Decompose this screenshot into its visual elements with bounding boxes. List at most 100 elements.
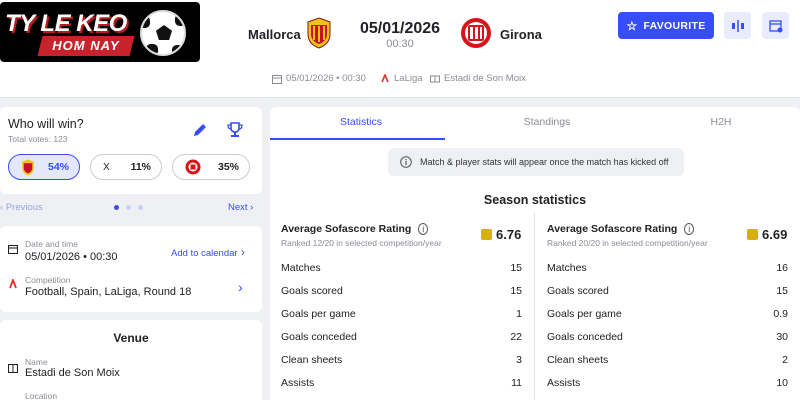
stat-label: Goals scored [281,285,343,297]
season-statistics-title: Season statistics [483,193,587,207]
stat-label: Goals conceded [547,331,623,343]
rating-swatch [481,229,492,240]
trophy-icon[interactable] [226,121,244,139]
pager-dot[interactable] [138,205,143,210]
info-icon [400,156,412,168]
chevron-right-icon: › [247,202,254,213]
meta-league-text: LaLiga [394,73,423,84]
venue-name-label: Name [25,357,48,367]
mallorca-small-crest-icon [22,159,34,175]
stat-label: Goals scored [547,285,609,297]
site-logo[interactable]: TY LE KEO HOM NAY [0,2,200,62]
who-will-win-card: Who will win? Total votes: 123 54% X 11%… [0,107,262,194]
laliga-icon [9,279,17,289]
who-will-win-title: Who will win? [8,117,84,131]
total-votes: Total votes: 123 [8,134,68,144]
competition-label: Competition [25,275,71,285]
tab-h2h[interactable]: H2H [660,116,782,128]
mallorca-crest-icon[interactable] [306,17,332,49]
vote-home-percent: 54% [47,161,69,173]
stat-value: 1 [516,308,522,320]
stat-label: Clean sheets [281,354,343,366]
vote-home-button[interactable]: 54% [8,154,80,180]
logo-line-2: HOM NAY [52,38,120,53]
meta-stadium[interactable]: Estadi de Son Moix [430,73,526,84]
calendar-icon [272,74,282,84]
stat-value: 2 [782,354,788,366]
pager-dot[interactable] [126,205,131,210]
meta-league[interactable]: LaLiga [380,73,423,84]
stat-value: 10 [776,377,788,389]
info-icon[interactable]: i [684,223,695,235]
stat-value: 0.9 [773,308,788,320]
meta-stadium-text: Estadi de Son Moix [444,73,526,84]
match-header: TY LE KEO HOM NAY Mallorca 05/01/2026 00… [0,0,800,98]
column-divider [534,212,535,400]
tab-statistics[interactable]: Statistics [300,116,422,128]
chevron-right-icon[interactable]: › [238,279,243,295]
vote-away-button[interactable]: 35% [172,154,250,180]
away-team-name[interactable]: Girona [500,27,542,42]
meta-datetime-text: 05/01/2026 • 00:30 [286,73,366,84]
stat-value: 3 [516,354,522,366]
next-button[interactable]: Next › [228,202,253,213]
girona-small-crest-icon [185,159,201,175]
venue-name-value: Estadi de Son Moix [25,367,120,379]
away-rating-number: 6.69 [762,227,788,242]
stat-label: Goals conceded [281,331,357,343]
home-rating-title-text: Average Sofascore Rating [281,223,412,235]
stats-notice: Match & player stats will appear once th… [388,148,684,176]
add-to-calendar-button[interactable] [762,12,789,39]
home-team-name[interactable]: Mallorca [248,27,301,42]
stadium-icon [8,364,18,373]
match-time: 00:30 [386,38,414,50]
stat-label: Matches [547,262,587,274]
stadium-icon [430,75,440,82]
favourite-button[interactable]: ☆ FAVOURITE [618,12,714,39]
compare-icon [731,19,744,32]
add-to-calendar-link[interactable]: Add to calendar › [171,245,245,259]
venue-card: Venue Name Estadi de Son Moix Location [0,320,262,400]
stat-label: Goals per game [547,308,622,320]
calendar-add-icon [768,19,782,32]
stat-value: 16 [776,262,788,274]
vote-draw-label: X [103,161,110,173]
soccer-ball-icon [140,10,186,56]
stat-value: 15 [510,262,522,274]
away-rating-value: 6.69 [747,227,787,242]
stat-label: Assists [547,377,581,389]
stat-value: 15 [776,285,788,297]
stats-notice-text: Match & player stats will appear once th… [420,157,669,167]
vote-draw-percent: 11% [130,161,151,173]
home-rating-value: 6.76 [481,227,521,242]
home-rank-text: Ranked 12/20 in selected competition/yea… [281,238,442,248]
chevron-right-icon: › [237,245,245,259]
away-rating-title: Average Sofascore Rating i [547,223,695,235]
pager-dot-active[interactable] [114,205,119,210]
stat-label: Goals per game [281,308,356,320]
vote-draw-button[interactable]: X 11% [90,154,162,180]
vote-away-percent: 35% [217,161,239,173]
date-time-label: Date and time [25,239,78,249]
add-to-calendar-label: Add to calendar [171,248,238,259]
compare-button[interactable] [724,12,751,39]
stat-value: 11 [511,377,522,389]
previous-button[interactable]: ‹ Previous [0,202,43,213]
edit-pencil-icon[interactable] [191,121,209,139]
stat-value: 30 [776,331,788,343]
venue-title: Venue [113,331,149,345]
venue-location-label: Location [25,391,58,400]
calendar-icon [8,244,18,254]
match-details-card: Date and time 05/01/2026 • 00:30 Add to … [0,226,262,312]
tab-standings[interactable]: Standings [486,116,608,128]
away-rating-title-text: Average Sofascore Rating [547,223,678,235]
girona-crest-icon[interactable] [460,17,492,49]
stat-label: Clean sheets [547,354,609,366]
previous-label: Previous [5,202,43,213]
stat-value: 15 [510,285,522,297]
rating-swatch [747,229,758,240]
home-rating-title: Average Sofascore Rating i [281,223,429,235]
competition-value[interactable]: Football, Spain, LaLiga, Round 18 [25,286,191,298]
date-time-value: 05/01/2026 • 00:30 [25,251,118,263]
info-icon[interactable]: i [418,223,429,235]
